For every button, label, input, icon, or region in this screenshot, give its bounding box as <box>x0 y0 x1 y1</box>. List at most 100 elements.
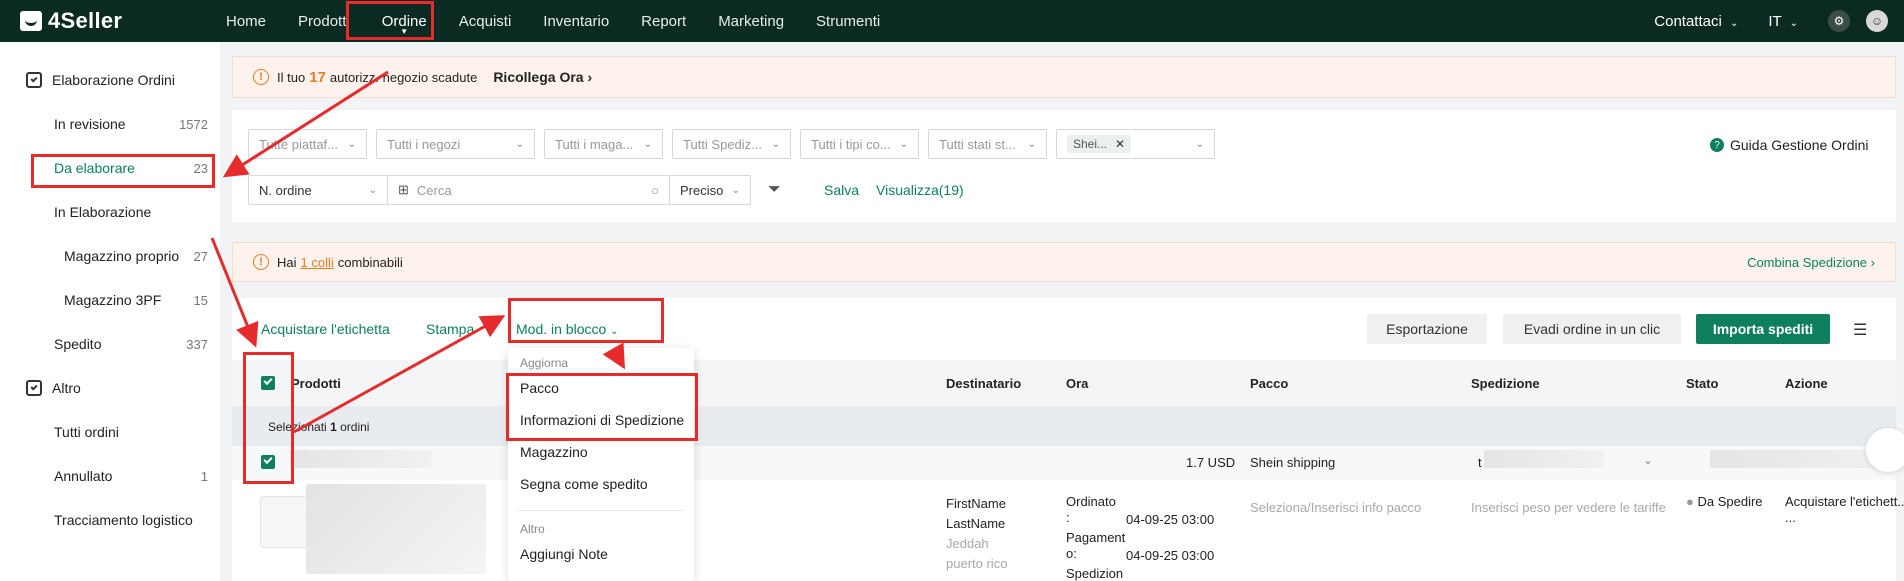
nav-item-order[interactable]: Ordine ▼ <box>366 0 443 42</box>
sidebar-section-other[interactable]: Altro <box>0 366 220 410</box>
chevron-down-icon[interactable]: ⌄ <box>1643 453 1653 467</box>
nav-item-purchases[interactable]: Acquisti <box>443 0 528 42</box>
top-nav: 4Seller Home Prodotti Ordine ▼ Acquisti … <box>0 0 1904 42</box>
platform-select-value: Tutte piattaf... <box>259 136 339 152</box>
sidebar-item-tracking[interactable]: Tracciamento logistico <box>0 498 220 542</box>
floating-help-button[interactable] <box>1866 428 1904 472</box>
order-guide-link[interactable]: ? Guida Gestione Ordini <box>1710 137 1869 153</box>
sidebar: Elaborazione Ordini In revisione 1572 Da… <box>0 42 220 581</box>
logo-text: 4Seller <box>48 8 123 33</box>
alert2-prefix: Hai <box>277 254 297 270</box>
chevron-right-icon: › <box>1870 254 1875 270</box>
sidebar-item-shipped[interactable]: Spedito 337 <box>0 322 220 366</box>
sidebar-item-processing[interactable]: In Elaborazione <box>0 190 220 234</box>
menu-item-add-notes[interactable]: Aggiungi Note <box>508 546 608 562</box>
platform-select[interactable]: Tutte piattaf... ⌄ <box>248 129 367 159</box>
one-click-fulfill-button[interactable]: Evadi ordine in un clic <box>1503 314 1681 344</box>
shipping-select[interactable]: Tutti Spediz... ⌄ <box>672 129 791 159</box>
order-checkbox[interactable] <box>261 455 275 469</box>
sidebar-item-own-warehouse[interactable]: Magazzino proprio 27 <box>0 234 220 278</box>
alert-number: 17 <box>309 68 326 86</box>
chevron-down-icon: ⌄ <box>1027 138 1036 150</box>
chevron-down-icon: ⌄ <box>731 184 740 196</box>
menu-item-mark-shipped[interactable]: Segna come spedito <box>508 476 648 492</box>
nav-item-tools[interactable]: Strumenti <box>800 0 896 42</box>
shipping-select-value: Tutti Spediz... <box>683 136 762 152</box>
sidebar-item-label: In revisione <box>54 116 126 132</box>
nav-item-marketing[interactable]: Marketing <box>702 0 800 42</box>
buy-label-button[interactable]: Acquistare l'etichetta <box>261 321 390 337</box>
bulk-edit-label: Mod. in blocco <box>516 321 607 337</box>
more-actions[interactable]: ... <box>1785 510 1796 525</box>
menu-group-other: Altro <box>520 522 545 536</box>
shop-select[interactable]: Tutti i negozi ⌄ <box>376 129 535 159</box>
avatar[interactable]: ☺ <box>1866 10 1888 32</box>
search-icon[interactable]: ○ <box>651 183 659 198</box>
alert-suffix: autorizz. negozio scadute <box>329 69 478 85</box>
order-amount: 1.7 USD <box>1186 455 1236 470</box>
order-number-redacted <box>290 450 432 468</box>
sidebar-item-cancelled[interactable]: Annullato 1 <box>0 454 220 498</box>
reconnect-link[interactable]: Ricollega Ora › <box>493 69 592 85</box>
chevron-down-icon: ⌄ <box>771 138 780 150</box>
sidebar-item-label: Magazzino proprio <box>64 248 180 264</box>
column-settings-icon[interactable]: ☰ <box>1853 320 1867 340</box>
ordered-label: Ordinato <box>1066 494 1116 509</box>
export-button[interactable]: Esportazione <box>1367 314 1487 344</box>
order-field-select[interactable]: N. ordine ⌄ <box>248 175 388 205</box>
close-icon[interactable]: ✕ <box>1115 137 1125 151</box>
menu-item-warehouse[interactable]: Magazzino <box>508 444 588 460</box>
filter-icon[interactable]: ⏷ <box>768 181 781 199</box>
state-select[interactable]: Tutti stati st... ⌄ <box>928 129 1047 159</box>
combinable-link[interactable]: 1 colli <box>301 255 334 270</box>
sidebar-item-3pf-warehouse[interactable]: Magazzino 3PF 15 <box>0 278 220 322</box>
nav-item-report[interactable]: Report <box>625 0 702 42</box>
sidebar-section-order-processing[interactable]: Elaborazione Ordini <box>0 58 220 102</box>
alert2-suffix: combinabili <box>337 254 403 270</box>
language-dropdown[interactable]: IT ⌄ <box>1768 13 1798 30</box>
tag-select[interactable]: Shei... ✕ ⌄ <box>1056 129 1215 159</box>
combine-shipping-link[interactable]: Combina Spedizione › <box>1747 255 1875 270</box>
menu-item-package[interactable]: Pacco <box>508 380 559 396</box>
search-input[interactable]: ⊞ Cerca ○ <box>387 175 670 205</box>
contact-dropdown[interactable]: Contattaci ⌄ <box>1654 13 1738 30</box>
gear-icon[interactable]: ⚙ <box>1828 10 1850 32</box>
weight-hint: Inserisci peso per vedere le tariffe <box>1471 500 1666 515</box>
import-shipped-button[interactable]: Importa spediti <box>1696 314 1830 344</box>
menu-item-shipping-info[interactable]: Informazioni di Spedizione <box>508 412 684 428</box>
combine-label: Combina Spedizione <box>1747 254 1868 270</box>
print-button[interactable]: Stampa <box>426 321 474 337</box>
chevron-down-icon: ⌄ <box>1789 17 1798 29</box>
sidebar-item-all-orders[interactable]: Tutti ordini <box>0 410 220 454</box>
sidebar-item-in-review[interactable]: In revisione 1572 <box>0 102 220 146</box>
col-shipping: Spedizione <box>1471 376 1540 391</box>
bulk-edit-button[interactable]: Mod. in blocco ⌄ <box>516 321 619 337</box>
package-input[interactable]: Seleziona/Inserisci info pacco <box>1250 500 1421 515</box>
sidebar-item-count: 1 <box>200 468 208 484</box>
tracking-redacted <box>1484 450 1604 468</box>
nav-item-inventory[interactable]: Inventario <box>527 0 625 42</box>
nav-right: Contattaci ⌄ IT ⌄ ⚙ ☺ <box>1654 0 1904 42</box>
match-value: Preciso <box>680 182 724 198</box>
recipient-city: Jeddah <box>946 536 989 551</box>
save-button[interactable]: Salva <box>824 182 859 198</box>
payment-label: Pagament <box>1066 530 1126 545</box>
status-dot-icon: ● <box>1686 494 1694 509</box>
sidebar-item-to-process[interactable]: Da elaborare 23 <box>0 146 220 190</box>
order-field-value: N. ordine <box>259 182 312 198</box>
main-nav: Home Prodotti Ordine ▼ Acquisti Inventar… <box>210 0 896 42</box>
nav-item-products[interactable]: Prodotti <box>282 0 366 42</box>
select-all-checkbox[interactable] <box>261 376 275 390</box>
view-button[interactable]: Visualizza(19) <box>876 182 964 198</box>
logo[interactable]: 4Seller <box>20 8 200 34</box>
chevron-down-icon: ⌄ <box>899 138 908 150</box>
reconnect-label: Ricollega Ora <box>493 69 584 85</box>
selected-suffix: ordini <box>340 420 370 434</box>
selected-tag-label: Shei... <box>1073 137 1108 151</box>
match-select[interactable]: Preciso ⌄ <box>669 175 751 205</box>
nav-item-home[interactable]: Home <box>210 0 282 42</box>
search-placeholder: Cerca <box>416 182 452 198</box>
type-select[interactable]: Tutti i tipi co... ⌄ <box>800 129 919 159</box>
warehouse-select[interactable]: Tutti i maga... ⌄ <box>544 129 663 159</box>
buy-label-link[interactable]: Acquistare l'etichett... <box>1785 494 1904 509</box>
